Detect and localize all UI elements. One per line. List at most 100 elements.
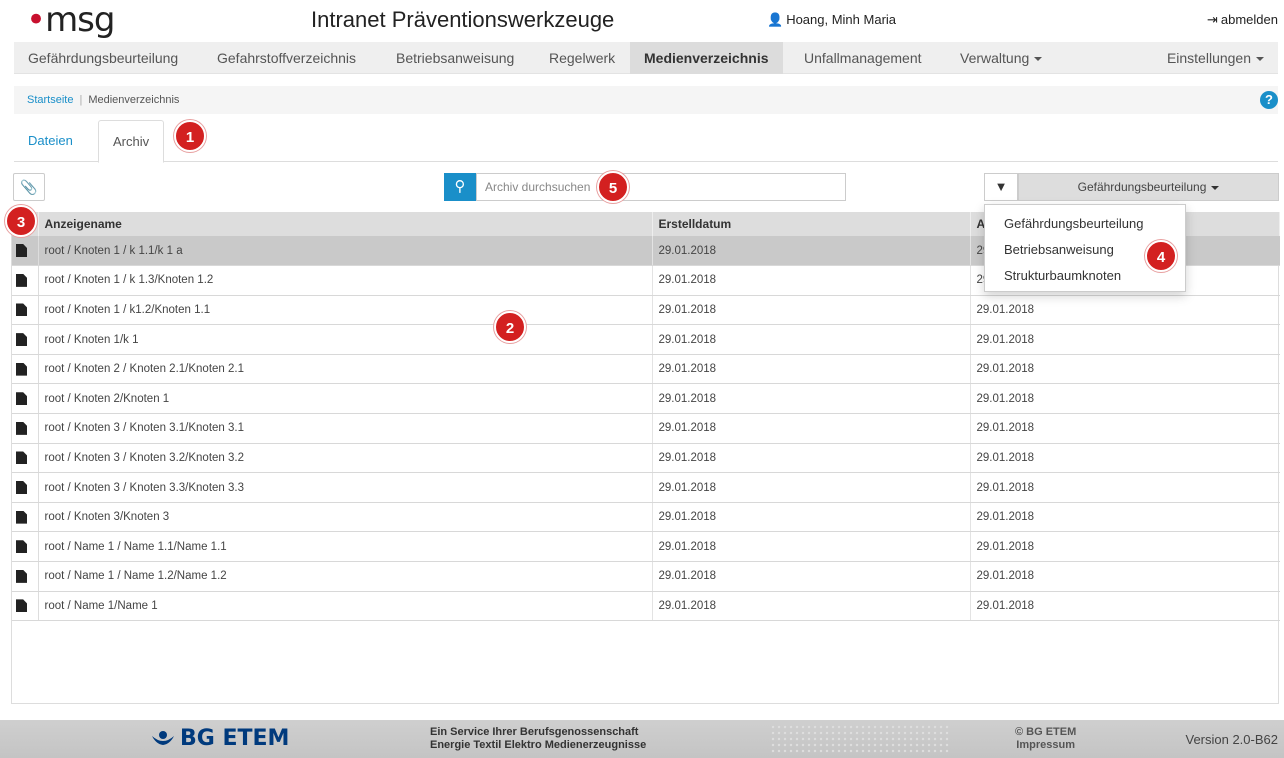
footer-service-line1: Ein Service Ihrer Berufsgenossenschaft xyxy=(430,726,639,738)
callout-badge-4: 4 xyxy=(1145,240,1177,272)
search-icon: ⚲ xyxy=(454,178,466,195)
user-icon: 👤 xyxy=(767,12,784,27)
cell-name[interactable]: root / Knoten 1 / k1.2/Knoten 1.1 xyxy=(38,295,652,326)
cell-archived-date: 29.01.2018 xyxy=(969,354,1280,385)
cell-created-date: 29.01.2018 xyxy=(651,324,970,355)
file-icon xyxy=(16,569,27,583)
cell-archived-date: 29.01.2018 xyxy=(969,324,1280,355)
cell-name[interactable]: root / Knoten 3 / Knoten 3.3/Knoten 3.3 xyxy=(38,472,652,503)
cell-created-date: 29.01.2018 xyxy=(651,383,970,415)
nav-item-verwaltung-label: Verwaltung xyxy=(960,50,1030,66)
file-icon-cell xyxy=(12,502,39,533)
file-icon-cell xyxy=(12,591,39,622)
table-row[interactable]: root / Knoten 3/Knoten 3 29.01.2018 29.01.… xyxy=(12,502,1280,533)
table-row[interactable]: root / Name 1 / Name 1.1/Name 1.1 29.01.2… xyxy=(12,531,1280,563)
app-header: •msg Intranet Präventionswerkzeuge 👤 Hoan… xyxy=(0,0,1284,40)
table-row[interactable]: root / Name 1 / Name 1.2/Name 1.2 29.01.2… xyxy=(12,561,1280,592)
file-icon-cell xyxy=(12,472,39,503)
bg-etem-logo-icon xyxy=(152,731,174,745)
file-icon-cell xyxy=(12,413,39,444)
file-icon-cell xyxy=(12,265,39,296)
cell-name[interactable]: root / Knoten 2 / Knoten 2.1/Knoten 2.1 xyxy=(38,354,652,385)
file-icon-cell xyxy=(12,383,39,415)
cell-name[interactable]: root / Knoten 3/Knoten 3 xyxy=(38,502,652,533)
nav-item-unfallmanagement[interactable]: Unfallmanagement xyxy=(790,42,936,74)
tab-archiv[interactable]: Archiv xyxy=(98,120,165,163)
cell-created-date: 29.01.2018 xyxy=(651,354,970,385)
chevron-down-icon xyxy=(1034,57,1043,62)
cell-name[interactable]: root / Name 1 / Name 1.1/Name 1.1 xyxy=(38,531,652,563)
nav-item-gefahrstoffverzeichnis[interactable]: Gefahrstoffverzeichnis xyxy=(203,42,370,74)
callout-badge-1: 1 xyxy=(174,120,206,152)
user-info: 👤 Hoang, Minh Maria xyxy=(767,12,896,28)
file-icon-cell xyxy=(12,561,39,592)
dropdown-option-gefaehrdungsbeurteilung[interactable]: Gefährdungsbeurteilung xyxy=(985,211,1185,237)
file-icon-cell xyxy=(12,295,39,326)
cell-name[interactable]: root / Knoten 1 / k 1.1/k 1 a xyxy=(38,236,652,267)
cell-name[interactable]: root / Name 1/Name 1 xyxy=(38,591,652,622)
breadcrumb: Startseite | Medienverzeichnis ? xyxy=(14,86,1278,114)
table-header-name[interactable]: Anzeigename xyxy=(38,212,653,236)
cell-archived-date: 29.01.2018 xyxy=(969,443,1280,474)
callout-badge-5: 5 xyxy=(597,171,629,203)
filter-button[interactable]: ▼ xyxy=(984,173,1018,201)
paperclip-icon: 📎 xyxy=(20,179,38,195)
search-button[interactable]: ⚲ xyxy=(444,173,476,201)
nav-item-gefaehrdungsbeurteilung[interactable]: Gefährdungsbeurteilung xyxy=(14,42,192,74)
table-row[interactable]: root / Knoten 3 / Knoten 3.1/Knoten 3.1 2… xyxy=(12,413,1280,444)
footer: BG ETEM Ein Service Ihrer Berufsgenossen… xyxy=(0,720,1284,758)
cell-name[interactable]: root / Knoten 2/Knoten 1 xyxy=(38,383,652,415)
callout-badge-3: 3 xyxy=(5,205,37,237)
tab-dateien[interactable]: Dateien xyxy=(14,120,87,162)
nav-item-einstellungen[interactable]: Einstellungen xyxy=(1153,42,1278,74)
attach-button[interactable]: 📎 xyxy=(13,173,45,201)
nav-item-verwaltung[interactable]: Verwaltung xyxy=(946,42,1056,74)
cell-name[interactable]: root / Knoten 3 / Knoten 3.2/Knoten 3.2 xyxy=(38,443,652,474)
nav-item-regelwerk[interactable]: Regelwerk xyxy=(535,42,629,74)
table-row[interactable]: root / Knoten 3 / Knoten 3.3/Knoten 3.3 2… xyxy=(12,472,1280,503)
msg-logo: •msg xyxy=(26,0,115,40)
bg-etem-logo: BG ETEM xyxy=(180,726,290,751)
breadcrumb-separator: | xyxy=(79,94,83,106)
breadcrumb-home[interactable]: Startseite xyxy=(27,94,73,106)
table-row[interactable]: root / Name 1/Name 1 29.01.2018 29.01.2018 xyxy=(12,591,1280,622)
footer-service-text: Ein Service Ihrer Berufsgenossenschaft E… xyxy=(430,726,646,752)
chevron-down-icon xyxy=(1256,57,1264,62)
footer-imprint-link[interactable]: Impressum xyxy=(1015,739,1076,752)
cell-created-date: 29.01.2018 xyxy=(651,591,970,622)
file-icon xyxy=(16,333,27,347)
cell-created-date: 29.01.2018 xyxy=(651,561,970,592)
table-row[interactable]: root / Knoten 2 / Knoten 2.1/Knoten 2.1 2… xyxy=(12,354,1280,385)
table-row[interactable]: root / Knoten 2/Knoten 1 29.01.2018 29.01.… xyxy=(12,383,1280,415)
cell-name[interactable]: root / Name 1 / Name 1.2/Name 1.2 xyxy=(38,561,652,592)
cell-created-date: 29.01.2018 xyxy=(651,265,970,296)
cell-created-date: 29.01.2018 xyxy=(651,502,970,533)
filter-select[interactable]: Gefährdungsbeurteilung xyxy=(1018,173,1279,201)
nav-item-betriebsanweisung[interactable]: Betriebsanweisung xyxy=(382,42,528,74)
nav-item-einstellungen-label: Einstellungen xyxy=(1166,50,1251,66)
footer-copyright: © BG ETEM Impressum xyxy=(1015,726,1076,752)
cell-name[interactable]: root / Knoten 3 / Knoten 3.1/Knoten 3.1 xyxy=(38,413,652,444)
help-icon[interactable]: ? xyxy=(1260,91,1278,109)
nav-item-medienverzeichnis[interactable]: Medienverzeichnis xyxy=(630,42,783,74)
cell-name[interactable]: root / Knoten 1/k 1 xyxy=(38,324,652,355)
table-header-created[interactable]: Erstelldatum xyxy=(652,212,971,236)
file-icon xyxy=(16,362,27,376)
cell-created-date: 29.01.2018 xyxy=(651,236,970,267)
cell-archived-date: 29.01.2018 xyxy=(969,383,1280,415)
file-icon-cell xyxy=(12,236,39,267)
file-icon xyxy=(16,599,27,613)
search-input[interactable] xyxy=(476,173,846,201)
app-title: Intranet Präventionswerkzeuge xyxy=(311,7,615,32)
footer-version: Version 2.0-B62 xyxy=(1185,732,1278,747)
cell-created-date: 29.01.2018 xyxy=(651,443,970,474)
table-row[interactable]: root / Knoten 1/k 1 29.01.2018 29.01.2018 xyxy=(12,324,1280,355)
file-icon xyxy=(16,273,27,287)
file-icon xyxy=(16,421,27,435)
logout-link[interactable]: ⇥ abmelden xyxy=(1207,12,1278,28)
cell-archived-date: 29.01.2018 xyxy=(969,502,1280,533)
breadcrumb-current: Medienverzeichnis xyxy=(88,94,180,106)
cell-name[interactable]: root / Knoten 1 / k 1.3/Knoten 1.2 xyxy=(38,265,652,296)
table-row[interactable]: root / Knoten 3 / Knoten 3.2/Knoten 3.2 2… xyxy=(12,443,1280,474)
table-row[interactable]: root / Knoten 1 / k1.2/Knoten 1.1 29.01.2… xyxy=(12,295,1280,326)
